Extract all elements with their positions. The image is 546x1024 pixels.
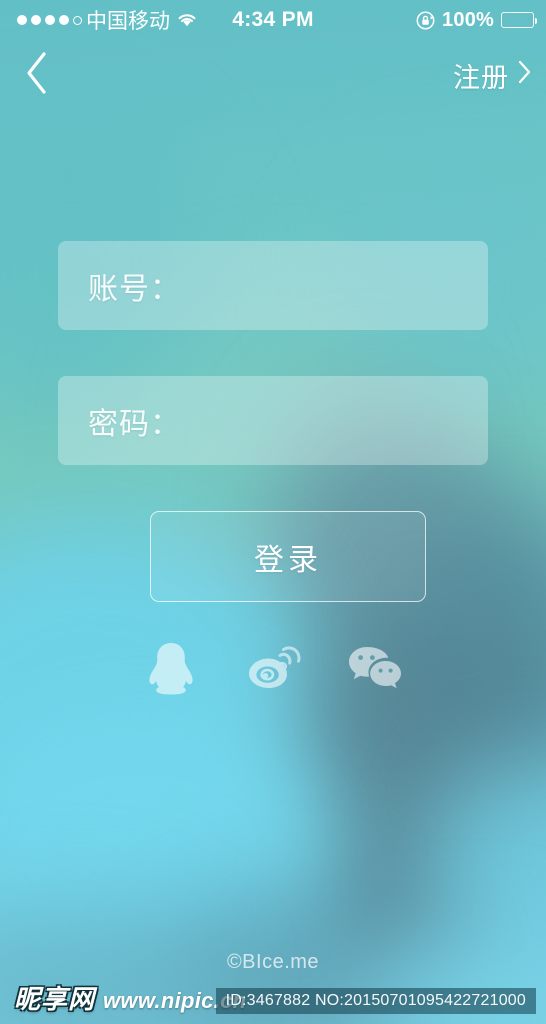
nipic-watermark: 昵享网 www.nipic.cn bbox=[14, 979, 246, 1016]
navigation-bar: 注册 bbox=[0, 40, 546, 108]
copyright-label: ©BIce.me bbox=[226, 951, 320, 973]
image-id-badge: ID:3467882 NO:20150701095422721000 bbox=[215, 988, 536, 1014]
weibo-icon bbox=[245, 642, 301, 694]
battery-icon bbox=[501, 12, 537, 28]
login-button[interactable]: 登录 bbox=[150, 511, 426, 602]
watermark-brand-label: 昵享网 bbox=[14, 984, 96, 1014]
wechat-icon bbox=[346, 643, 404, 693]
register-button[interactable]: 注册 bbox=[453, 50, 532, 100]
login-screen: 中国移动 4:34 PM 100% 注册 账号： 密码： 登录 ©BIce.me… bbox=[0, 0, 546, 1024]
password-input[interactable]: 密码： bbox=[58, 376, 488, 465]
social-login-qq-button[interactable] bbox=[141, 638, 201, 698]
social-login-wechat-button[interactable] bbox=[345, 638, 405, 698]
qq-icon bbox=[145, 640, 197, 696]
register-label: 注册 bbox=[453, 62, 509, 93]
password-input-placeholder: 密码： bbox=[88, 407, 181, 441]
clock-label: 4:34 PM bbox=[232, 8, 314, 31]
social-login-weibo-button[interactable] bbox=[243, 638, 303, 698]
chevron-left-icon bbox=[22, 49, 52, 102]
back-button[interactable] bbox=[8, 46, 66, 104]
status-bar: 中国移动 4:34 PM 100% bbox=[0, 0, 546, 40]
account-input-placeholder: 账号： bbox=[88, 272, 181, 306]
chevron-right-icon bbox=[517, 59, 532, 92]
login-button-label: 登录 bbox=[254, 543, 322, 577]
account-input[interactable]: 账号： bbox=[58, 241, 488, 330]
social-login-row bbox=[0, 638, 546, 698]
